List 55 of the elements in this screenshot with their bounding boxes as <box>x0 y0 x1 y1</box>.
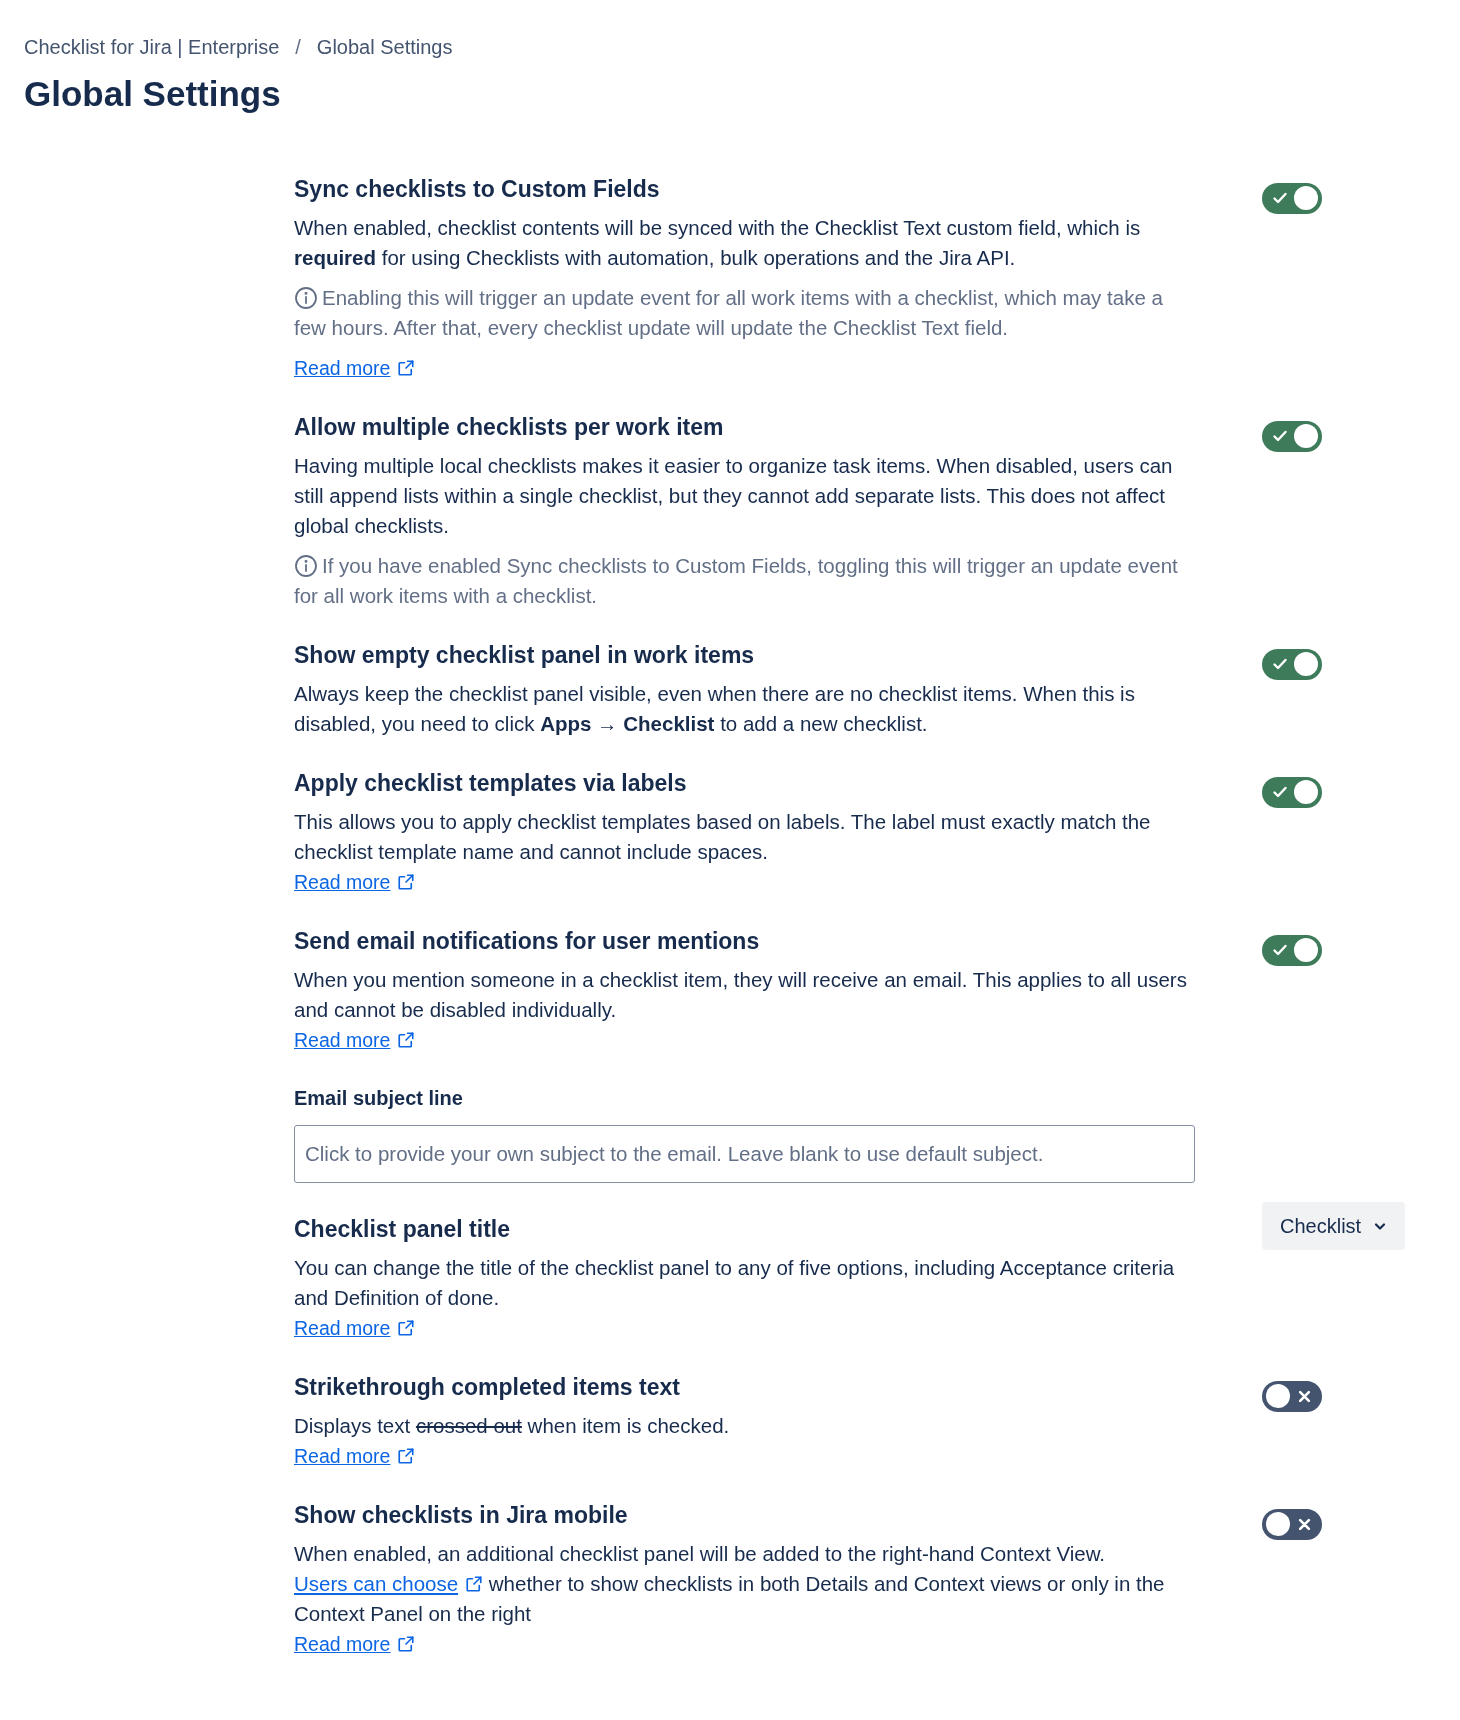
setting-description: When enabled, checklist contents will be synced with the Checklist Text custom field, which is required for using Checklists with automation, bulk operations and the Jira API. <box>294 214 1142 271</box>
setting-title: Sync checklists to Custom Fields <box>294 174 661 204</box>
setting-description: Displays text crossed out when item is checked. <box>294 1412 731 1439</box>
read-more-link[interactable]: Read more <box>294 1628 416 1659</box>
toggle-switch[interactable] <box>1262 182 1322 214</box>
toggle-switch[interactable] <box>1262 776 1322 808</box>
external-link-icon <box>397 1634 416 1653</box>
external-link-icon <box>397 1446 416 1465</box>
toggle-switch[interactable] <box>1262 648 1322 680</box>
close-icon <box>1298 1517 1311 1531</box>
breadcrumb-separator: / <box>295 35 301 60</box>
info-icon <box>294 285 318 310</box>
external-link-icon <box>397 872 416 891</box>
external-link-icon <box>397 1318 416 1337</box>
info-icon <box>294 553 318 578</box>
read-more-link[interactable]: Read more <box>294 1440 416 1471</box>
breadcrumb-link[interactable]: Checklist for Jira | Enterprise <box>24 32 280 62</box>
setting-description: Having multiple local checklists makes it easier to organize task items. When disabled, users can still append lists within a single checklist, but they cannot add separate lists. This does not affect global checklists. <box>294 452 1174 539</box>
toggle-switch[interactable] <box>1262 1508 1322 1540</box>
panel-title-dropdown[interactable]: Checklist <box>1262 1201 1406 1250</box>
setting-description: When you mention someone in a checklist item, they will receive an email. This applies to all users and cannot be disabled individually. <box>294 966 1188 1023</box>
setting-description: Always keep the checklist panel visible, even when there are no checklist items. When this is disabled, you need to click Apps → Checklist to add a new checklist. <box>294 680 1136 737</box>
setting-description: You can change the title of the checklist panel to any of five options, including Acceptance criteria and Definition of done. <box>294 1254 1176 1311</box>
read-more-link[interactable]: Read more <box>294 352 416 383</box>
setting-title: Show checklists in Jira mobile <box>294 1500 629 1530</box>
setting-title: Allow multiple checklists per work item <box>294 412 725 442</box>
toggle-switch[interactable] <box>1262 420 1322 452</box>
read-more-link[interactable]: Read more <box>294 866 416 897</box>
setting-title: Send email notifications for user mentions <box>294 926 761 956</box>
setting-description: When enabled, an additional checklist panel will be added to the right-hand Context View. Users can choose whether to show checklists in both Details and Context views or only in the Context Panel on the right <box>294 1540 1166 1627</box>
check-icon <box>1272 656 1288 672</box>
setting-description: This allows you to apply checklist templates based on labels. The label must exactly match the checklist template name and cannot include spaces. <box>294 808 1152 865</box>
external-link-icon <box>465 1574 484 1593</box>
page-title: Global Settings <box>24 73 282 115</box>
users-can-choose-link[interactable]: Users can choose <box>294 1571 484 1595</box>
field-label: Email subject line <box>294 1085 464 1111</box>
setting-title: Show empty checklist panel in work items <box>294 640 756 670</box>
email-subject-field[interactable]: Click to provide your own subject to the email. Leave blank to use default subject. <box>294 1124 1195 1183</box>
read-more-link[interactable]: Read more <box>294 1312 416 1343</box>
setting-title: Checklist panel title <box>294 1214 511 1244</box>
check-icon <box>1272 428 1288 444</box>
check-icon <box>1272 942 1288 958</box>
toggle-switch[interactable] <box>1262 1380 1322 1412</box>
toggle-switch[interactable] <box>1262 934 1322 966</box>
external-link-icon <box>397 1030 416 1049</box>
external-link-icon <box>397 358 416 377</box>
info-note: If you have enabled Sync checklists to Custom Fields, toggling this will trigger an update event for all work items with a checklist. <box>294 552 1179 609</box>
info-note: Enabling this will trigger an update event for all work items with a checklist, which may take a few hours. After that, every checklist update will update the Checklist Text field. <box>294 284 1164 341</box>
close-icon <box>1298 1389 1311 1403</box>
check-icon <box>1272 784 1288 800</box>
breadcrumb-link[interactable]: Global Settings <box>316 32 453 62</box>
setting-title: Strikethrough completed items text <box>294 1372 681 1402</box>
read-more-link[interactable]: Read more <box>294 1024 416 1055</box>
check-icon <box>1272 190 1288 206</box>
setting-title: Apply checklist templates via labels <box>294 768 688 798</box>
